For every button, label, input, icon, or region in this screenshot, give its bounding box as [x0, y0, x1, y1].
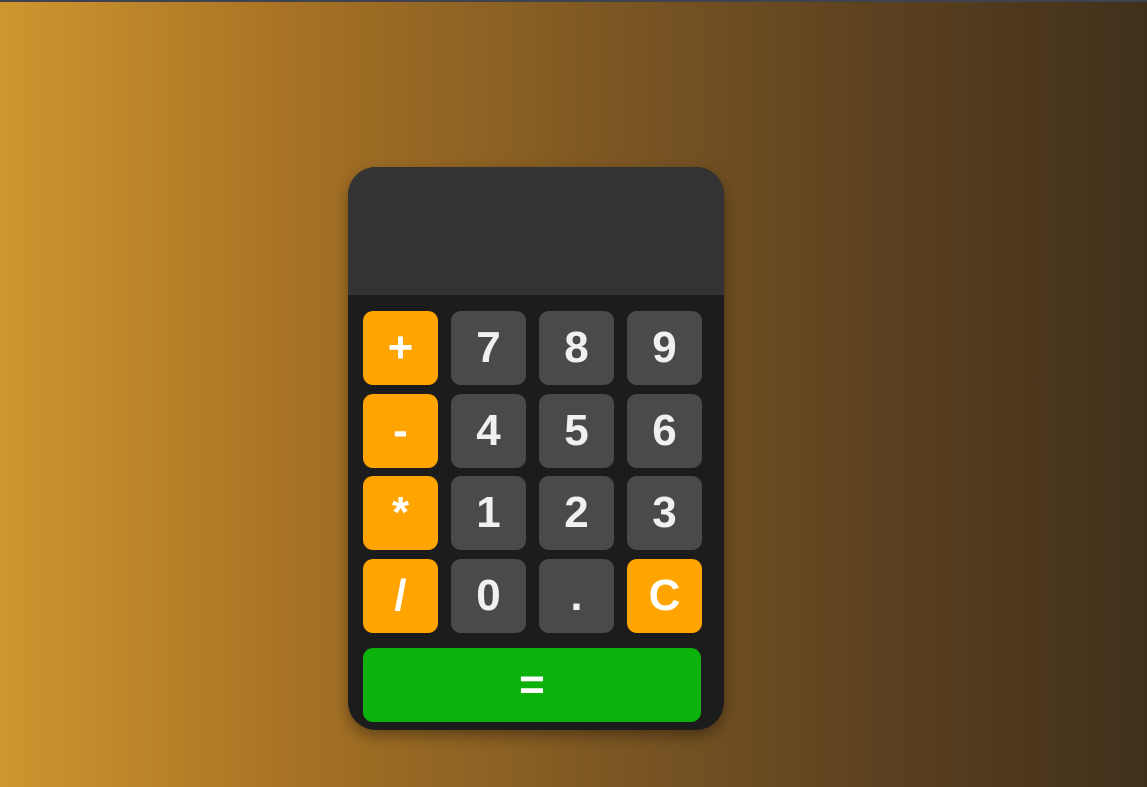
digit-8-button[interactable]: 8: [539, 311, 614, 385]
digit-7-button[interactable]: 7: [451, 311, 526, 385]
plus-button[interactable]: +: [363, 311, 438, 385]
calculator: + 7 8 9 - 4 5 6 * 1 2 3 / 0 . C =: [348, 167, 724, 730]
minus-button[interactable]: -: [363, 394, 438, 468]
clear-button[interactable]: C: [627, 559, 702, 633]
digit-6-button[interactable]: 6: [627, 394, 702, 468]
equals-button[interactable]: =: [363, 648, 701, 722]
digit-2-button[interactable]: 2: [539, 476, 614, 550]
multiply-button[interactable]: *: [363, 476, 438, 550]
digit-9-button[interactable]: 9: [627, 311, 702, 385]
digit-1-button[interactable]: 1: [451, 476, 526, 550]
digit-5-button[interactable]: 5: [539, 394, 614, 468]
calculator-display: [348, 167, 724, 295]
digit-3-button[interactable]: 3: [627, 476, 702, 550]
digit-0-button[interactable]: 0: [451, 559, 526, 633]
digit-4-button[interactable]: 4: [451, 394, 526, 468]
decimal-button[interactable]: .: [539, 559, 614, 633]
divide-button[interactable]: /: [363, 559, 438, 633]
